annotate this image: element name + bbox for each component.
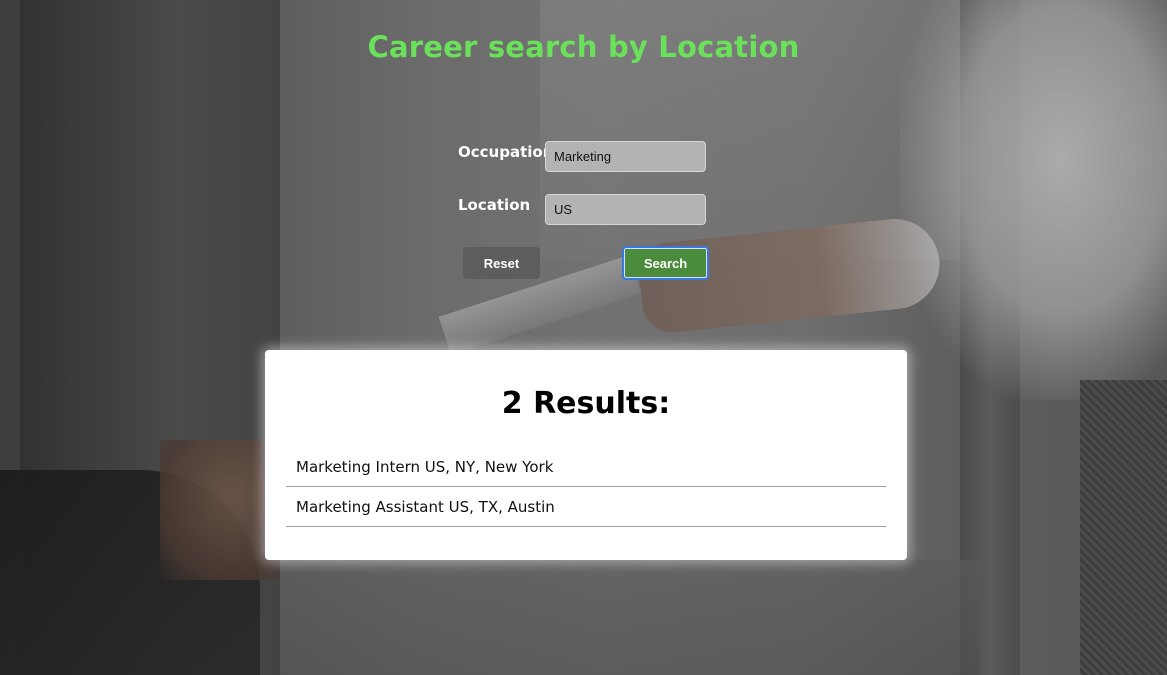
results-panel: 2 Results: Marketing Intern US, NY, New … — [265, 350, 907, 560]
results-list: Marketing Intern US, NY, New York Market… — [286, 448, 886, 527]
result-item[interactable]: Marketing Assistant US, TX, Austin — [286, 487, 886, 527]
page-title: Career search by Location — [367, 30, 800, 64]
main-content: Career search by Location Occupation Loc… — [0, 0, 1167, 675]
search-button[interactable]: Search — [622, 246, 709, 280]
location-label: Location — [458, 196, 531, 214]
result-item[interactable]: Marketing Intern US, NY, New York — [286, 448, 886, 487]
occupation-label: Occupation — [458, 143, 554, 161]
occupation-input[interactable] — [545, 141, 706, 172]
location-input[interactable] — [545, 194, 706, 225]
reset-button[interactable]: Reset — [463, 247, 540, 279]
results-heading: 2 Results: — [501, 386, 671, 421]
